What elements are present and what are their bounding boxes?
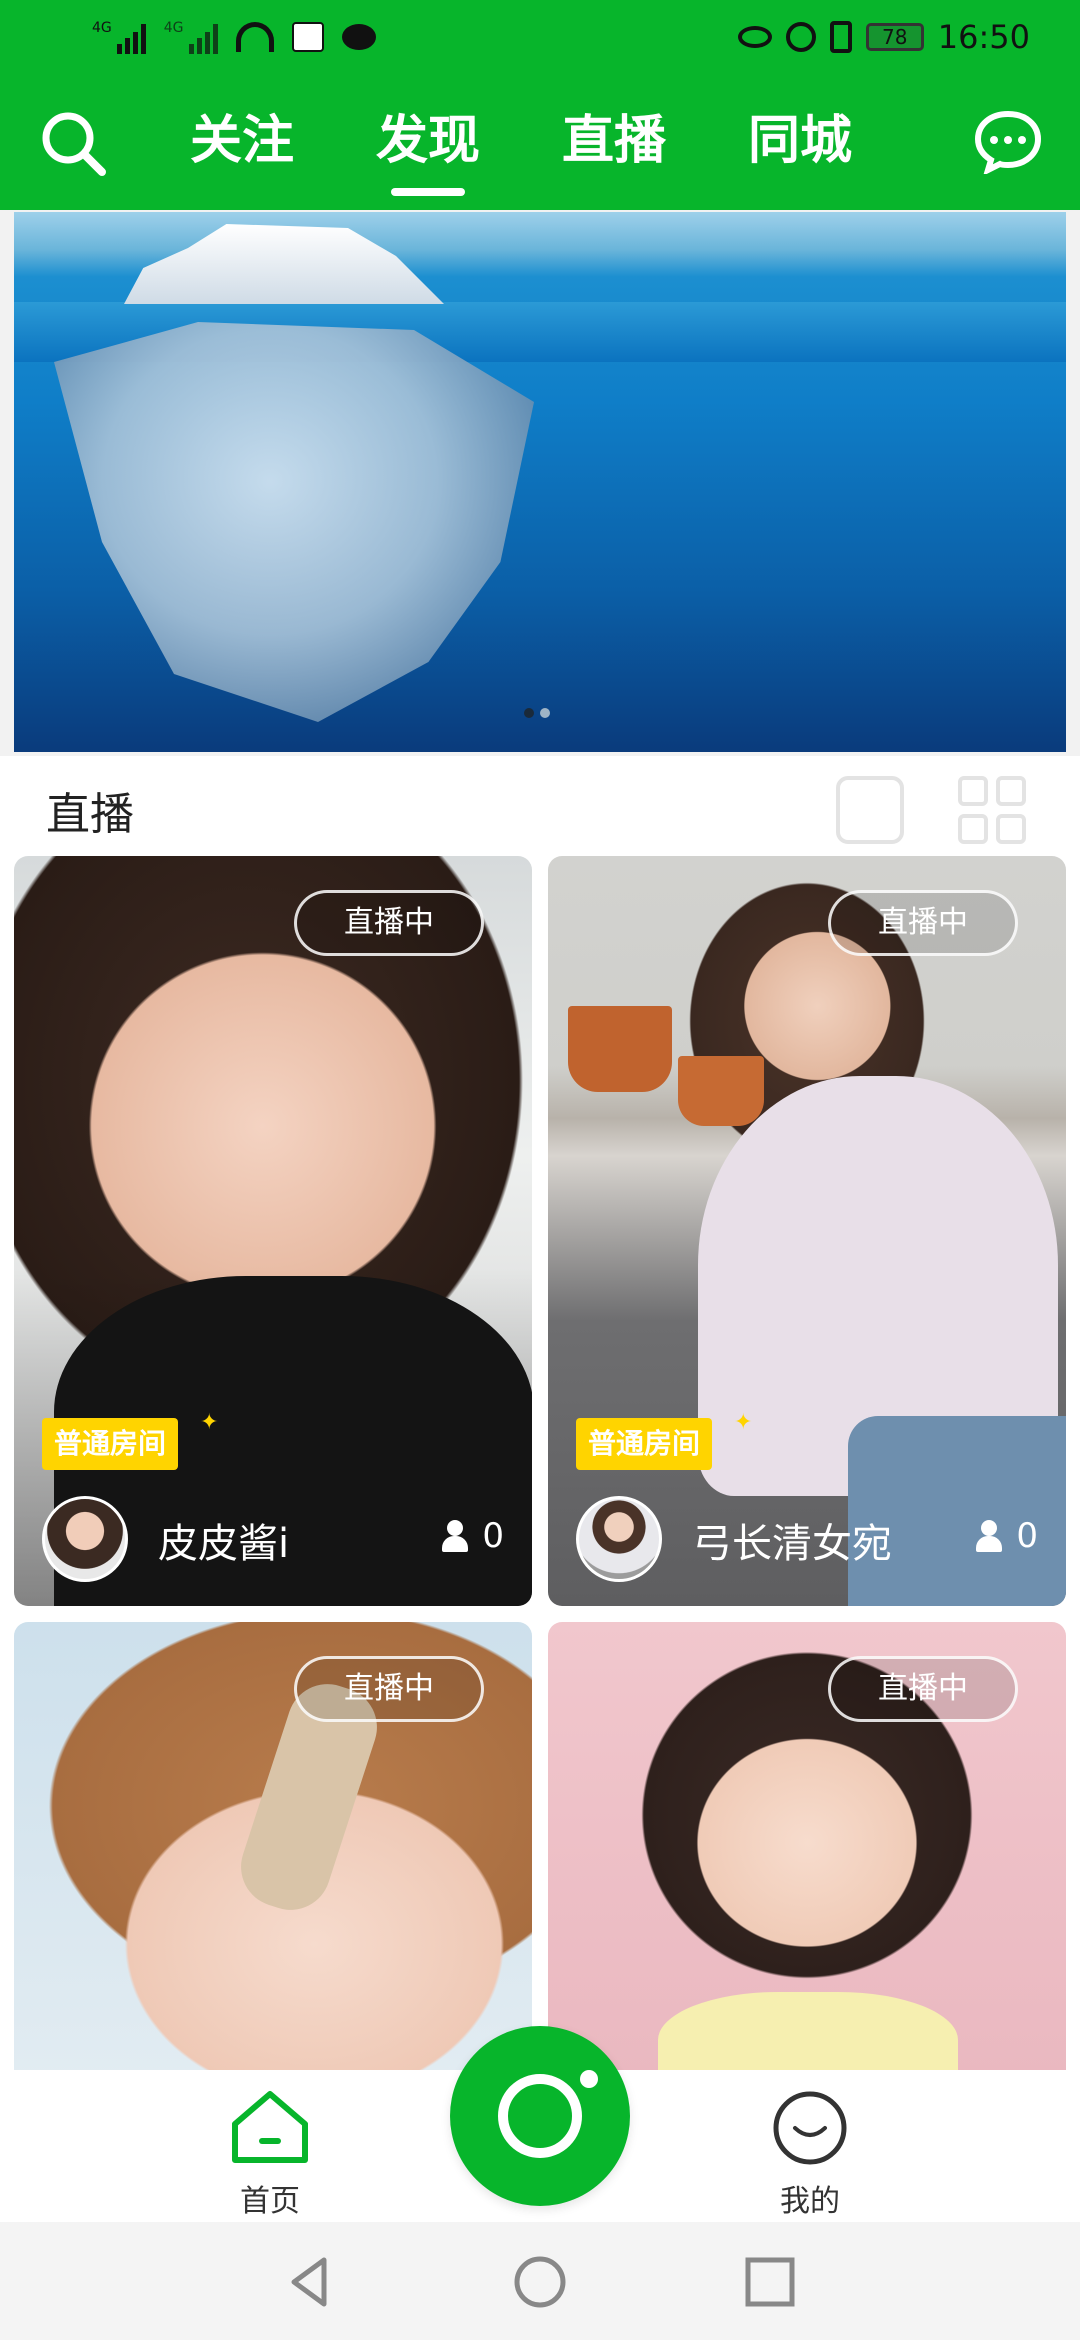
stream-cover-pot <box>568 1006 672 1092</box>
home-circle-icon[interactable] <box>510 2252 570 2312</box>
camera-dot <box>580 2070 598 2088</box>
viewer-number: 0 <box>1016 1516 1038 1556</box>
tab-local[interactable]: 同城 <box>748 106 852 176</box>
nav-home-label: 首页 <box>240 2184 300 2219</box>
viewer-number: 0 <box>482 1516 504 1556</box>
nav-home[interactable]: 首页 <box>210 2088 330 2220</box>
room-type-tag: 普通房间 <box>576 1418 713 1470</box>
smiley-icon <box>773 2091 847 2165</box>
tab-discover[interactable]: 发现 <box>376 106 480 176</box>
avatar[interactable] <box>576 1496 662 1582</box>
viewer-icon <box>442 1520 469 1552</box>
nav-me-label: 我的 <box>780 2184 840 2219</box>
live-status-badge: 直播中 <box>828 1656 1018 1722</box>
vibrate-icon <box>829 21 852 53</box>
status-bar: 4G 4G 78 16:50 <box>0 0 1080 84</box>
message-icon[interactable] <box>974 110 1042 174</box>
status-left: 4G 4G <box>92 20 376 54</box>
battery-icon: 78 <box>865 23 924 51</box>
live-status-badge: 直播中 <box>828 890 1018 956</box>
carousel-dots <box>524 708 550 718</box>
system-nav-bar <box>0 2222 1080 2340</box>
stream-card[interactable]: 直播中 <box>14 1622 532 2082</box>
stream-grid: 直播中 普通房间 ✦ 皮皮酱i 0 直播中 普通房间 ✦ 弓长清女宛 0 直播中… <box>0 856 1080 2082</box>
live-status-badge: 直播中 <box>294 890 484 956</box>
eye-icon <box>737 26 772 48</box>
banner-carousel[interactable] <box>14 212 1066 752</box>
sparkle-icon: ✦ <box>200 1410 219 1435</box>
home-icon <box>232 2091 308 2163</box>
section-title: 直播 <box>46 789 134 840</box>
viewer-count: 0 <box>442 1516 504 1556</box>
stream-card[interactable]: 直播中 普通房间 ✦ 弓长清女宛 0 <box>548 856 1066 1606</box>
status-right: 78 16:50 <box>737 18 1030 56</box>
tab-bar: 关注 发现 直播 同城 <box>190 106 852 176</box>
banner-iceberg-top <box>124 224 444 304</box>
section-header: 直播 <box>0 756 1080 856</box>
nav-me[interactable]: 我的 <box>750 2088 870 2220</box>
battery-level: 78 <box>882 25 908 49</box>
tab-live[interactable]: 直播 <box>562 106 666 176</box>
avatar[interactable] <box>42 1496 128 1582</box>
carousel-dot[interactable] <box>524 708 534 718</box>
top-header: 4G 4G 78 16:50 关注 发现 直播 同城 <box>0 0 1080 210</box>
camera-record-button[interactable] <box>450 2026 630 2206</box>
viewer-count: 0 <box>976 1516 1038 1556</box>
clock: 16:50 <box>937 18 1030 56</box>
stream-cover-pot <box>678 1056 764 1126</box>
live-status-badge: 直播中 <box>294 1656 484 1722</box>
stream-card[interactable]: 直播中 <box>548 1622 1066 2082</box>
streamer-name: 弓长清女宛 <box>692 1521 892 1567</box>
wechat-icon <box>341 24 376 50</box>
back-icon[interactable] <box>280 2252 340 2312</box>
signal-icon: 4G <box>164 20 218 54</box>
room-type-tag: 普通房间 <box>42 1418 179 1470</box>
top-nav: 关注 发现 直播 同城 <box>0 90 1080 200</box>
streamer-name: 皮皮酱i <box>158 1521 290 1567</box>
viewer-icon <box>976 1520 1003 1552</box>
search-icon[interactable] <box>38 108 108 178</box>
grid-layout-icon[interactable] <box>958 776 1026 844</box>
stream-card[interactable]: 直播中 普通房间 ✦ 皮皮酱i 0 <box>14 856 532 1606</box>
app-notification-icon <box>291 22 324 52</box>
banner-iceberg-underwater <box>54 322 534 722</box>
camera-icon <box>498 2074 582 2158</box>
alarm-icon <box>785 22 816 52</box>
recents-icon[interactable] <box>740 2252 800 2312</box>
tab-follow[interactable]: 关注 <box>190 106 294 176</box>
stream-cover-shirt <box>658 1992 958 2082</box>
signal-icon: 4G <box>92 20 146 54</box>
wifi-icon <box>235 22 274 52</box>
single-column-layout-icon[interactable] <box>836 776 904 844</box>
sparkle-icon: ✦ <box>734 1410 753 1435</box>
carousel-dot[interactable] <box>540 708 550 718</box>
